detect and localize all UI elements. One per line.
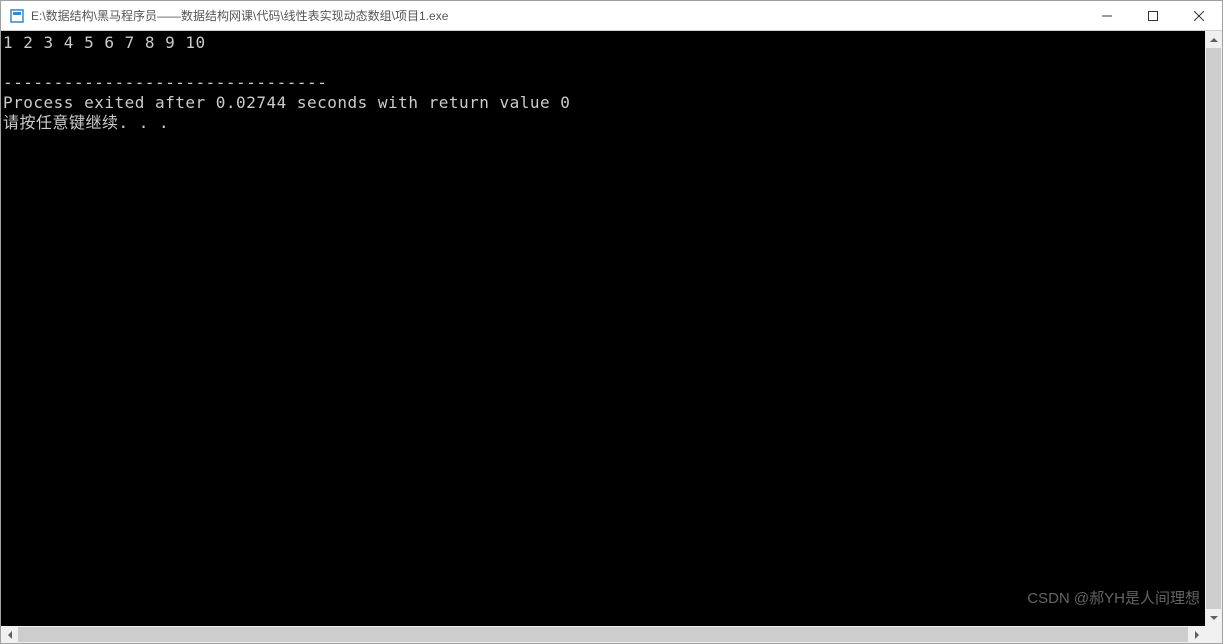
vertical-scroll-thumb[interactable] xyxy=(1206,48,1221,609)
console-area: 1 2 3 4 5 6 7 8 9 10 -------------------… xyxy=(1,31,1222,626)
app-icon xyxy=(9,8,25,24)
output-line: 1 2 3 4 5 6 7 8 9 10 xyxy=(3,33,206,52)
window-title: E:\数据结构\黑马程序员——数据结构网课\代码\线性表实现动态数组\项目1.e… xyxy=(31,7,1084,24)
titlebar: E:\数据结构\黑马程序员——数据结构网课\代码\线性表实现动态数组\项目1.e… xyxy=(1,1,1222,31)
scroll-up-button[interactable] xyxy=(1205,31,1222,48)
output-line: 请按任意键继续. . . xyxy=(3,113,169,132)
window-controls xyxy=(1084,1,1222,30)
close-button[interactable] xyxy=(1176,1,1222,30)
scrollbar-corner xyxy=(1205,626,1222,643)
scroll-right-button[interactable] xyxy=(1188,626,1205,643)
console-window: E:\数据结构\黑马程序员——数据结构网课\代码\线性表实现动态数组\项目1.e… xyxy=(0,0,1223,644)
output-line: -------------------------------- xyxy=(3,73,327,92)
maximize-button[interactable] xyxy=(1130,1,1176,30)
scroll-down-button[interactable] xyxy=(1205,609,1222,626)
horizontal-scrollbar[interactable] xyxy=(1,626,1205,643)
horizontal-scroll-track[interactable] xyxy=(18,626,1188,643)
output-line: Process exited after 0.02744 seconds wit… xyxy=(3,93,570,112)
scroll-left-button[interactable] xyxy=(1,626,18,643)
horizontal-scroll-thumb[interactable] xyxy=(18,627,1188,642)
console-output[interactable]: 1 2 3 4 5 6 7 8 9 10 -------------------… xyxy=(1,31,1205,626)
bottom-scrollbar-row xyxy=(1,626,1222,643)
vertical-scrollbar[interactable] xyxy=(1205,31,1222,626)
vertical-scroll-track[interactable] xyxy=(1205,48,1222,609)
minimize-button[interactable] xyxy=(1084,1,1130,30)
